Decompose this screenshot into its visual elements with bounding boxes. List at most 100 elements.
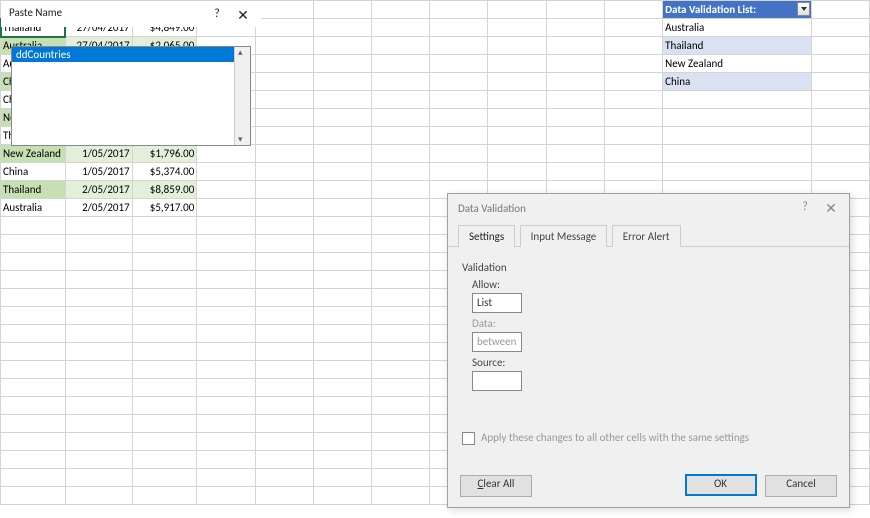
cell[interactable] — [1, 271, 66, 289]
cell[interactable] — [1, 343, 66, 361]
cell[interactable] — [488, 91, 546, 109]
cell[interactable] — [811, 1, 869, 19]
cell[interactable] — [488, 73, 546, 91]
cell[interactable] — [313, 55, 371, 73]
cell[interactable] — [132, 307, 197, 325]
ok-button[interactable]: OK — [685, 474, 757, 496]
cell[interactable] — [372, 55, 430, 73]
cell[interactable] — [197, 469, 255, 487]
cell[interactable] — [197, 163, 255, 181]
cell[interactable] — [65, 289, 132, 307]
cell[interactable] — [546, 73, 604, 91]
cell[interactable] — [663, 127, 812, 145]
list-item-ddcountries[interactable]: ddCountries — [12, 47, 250, 62]
cell[interactable] — [255, 487, 313, 505]
cell[interactable] — [811, 37, 869, 55]
cell[interactable] — [255, 415, 313, 433]
cell[interactable] — [132, 235, 197, 253]
cell[interactable] — [313, 199, 371, 217]
clear-all-button[interactable]: Clear All — [460, 475, 532, 497]
cell[interactable] — [1, 289, 66, 307]
cell[interactable] — [255, 109, 313, 127]
cell[interactable] — [65, 451, 132, 469]
cell[interactable] — [313, 109, 371, 127]
cell[interactable] — [604, 109, 662, 127]
cell[interactable] — [255, 433, 313, 451]
cell[interactable] — [65, 361, 132, 379]
cell[interactable] — [65, 397, 132, 415]
cell[interactable] — [255, 19, 313, 37]
cell[interactable] — [313, 253, 371, 271]
cell[interactable] — [663, 91, 812, 109]
cell[interactable] — [372, 91, 430, 109]
cell[interactable] — [313, 433, 371, 451]
cell[interactable] — [132, 271, 197, 289]
cell[interactable] — [604, 91, 662, 109]
cell[interactable] — [546, 109, 604, 127]
cell[interactable] — [313, 181, 371, 199]
help-icon[interactable]: ? — [795, 200, 815, 214]
cell[interactable] — [1, 379, 66, 397]
cell[interactable] — [255, 73, 313, 91]
cell[interactable] — [488, 37, 546, 55]
cell[interactable] — [313, 379, 371, 397]
cell[interactable] — [65, 343, 132, 361]
cell[interactable] — [430, 127, 488, 145]
cell[interactable] — [1, 253, 66, 271]
cell[interactable] — [1, 415, 66, 433]
cell[interactable] — [372, 163, 430, 181]
cell[interactable] — [372, 415, 430, 433]
cell[interactable] — [372, 199, 430, 217]
dvlist-item[interactable]: Australia — [663, 19, 812, 37]
cell[interactable] — [488, 127, 546, 145]
cell[interactable] — [197, 451, 255, 469]
cell[interactable] — [132, 325, 197, 343]
cell[interactable] — [255, 451, 313, 469]
filter-icon[interactable] — [797, 2, 810, 16]
cell[interactable] — [663, 145, 812, 163]
cell[interactable] — [372, 451, 430, 469]
cell[interactable] — [811, 91, 869, 109]
cell[interactable] — [546, 1, 604, 19]
cell[interactable] — [197, 271, 255, 289]
cancel-button[interactable]: Cancel — [765, 475, 837, 497]
cell[interactable] — [372, 217, 430, 235]
cell[interactable] — [372, 487, 430, 505]
close-icon[interactable]: ✕ — [821, 200, 841, 217]
dialog-titlebar[interactable]: Data Validation ? ✕ — [448, 194, 849, 224]
cell[interactable] — [197, 307, 255, 325]
cell[interactable] — [811, 145, 869, 163]
cell[interactable] — [313, 415, 371, 433]
cell-date[interactable]: 2/05/2017 — [65, 181, 132, 199]
cell[interactable] — [197, 145, 255, 163]
source-input[interactable] — [472, 371, 522, 391]
cell[interactable] — [65, 487, 132, 505]
cell[interactable] — [811, 73, 869, 91]
cell[interactable] — [430, 109, 488, 127]
cell[interactable] — [604, 145, 662, 163]
dvlist-item[interactable]: Thailand — [663, 37, 812, 55]
dvlist-item[interactable]: China — [663, 73, 812, 91]
cell[interactable] — [604, 163, 662, 181]
cell[interactable] — [604, 55, 662, 73]
cell[interactable] — [372, 127, 430, 145]
cell-revenue[interactable]: $5,917.00 — [132, 199, 197, 217]
cell[interactable] — [372, 361, 430, 379]
cell[interactable] — [197, 199, 255, 217]
cell[interactable] — [372, 325, 430, 343]
cell[interactable] — [132, 469, 197, 487]
cell[interactable] — [313, 361, 371, 379]
cell[interactable] — [604, 73, 662, 91]
cell[interactable] — [372, 397, 430, 415]
cell[interactable] — [197, 217, 255, 235]
cell[interactable] — [313, 217, 371, 235]
cell[interactable] — [372, 235, 430, 253]
cell[interactable] — [372, 379, 430, 397]
cell[interactable] — [255, 235, 313, 253]
cell[interactable] — [1, 325, 66, 343]
dialog-titlebar[interactable]: Paste Name ? ✕ — [1, 1, 261, 27]
cell[interactable] — [313, 19, 371, 37]
cell[interactable] — [546, 91, 604, 109]
cell[interactable] — [255, 217, 313, 235]
cell[interactable] — [488, 55, 546, 73]
